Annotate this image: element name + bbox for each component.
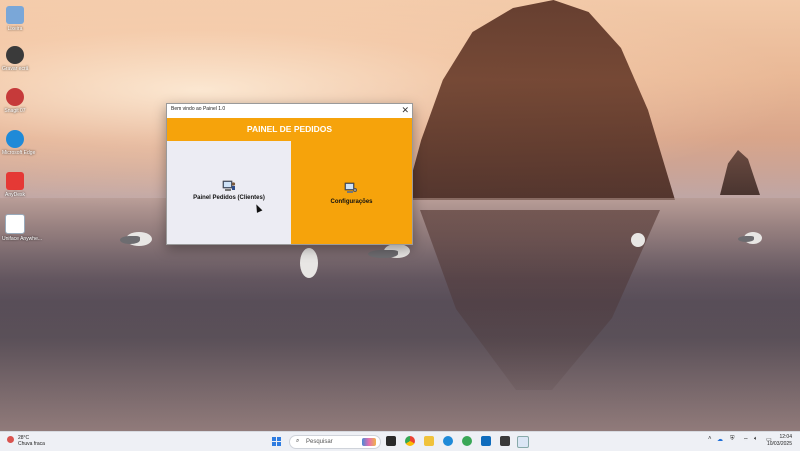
edge-taskbar-icon[interactable]	[443, 436, 453, 446]
volume-icon[interactable]: 🔈︎	[754, 436, 758, 443]
painel-pedidos-button[interactable]: Painel Pedidos (Clientes)	[167, 141, 291, 244]
configuracoes-button[interactable]: Configurações	[291, 141, 412, 244]
shield-icon[interactable]: ⛨	[730, 436, 735, 443]
app-green-icon[interactable]	[462, 436, 472, 446]
banner-title: PAINEL DE PEDIDOS	[167, 118, 412, 141]
search-box[interactable]: ⌕ Pesquisar	[289, 435, 381, 449]
wifi-icon[interactable]: ⌔	[743, 436, 749, 444]
app-window-icon[interactable]	[500, 436, 510, 446]
painel-window: Bem vindo ao Painel 1.0 ✕ PAINEL DE PEDI…	[166, 103, 413, 245]
desktop-icon-screen-record[interactable]: Gravar ecrã	[2, 46, 28, 72]
seagull	[736, 228, 768, 254]
settings-computer-icon	[344, 182, 357, 193]
desktop-icon-uniface[interactable]: Uniface Anywhe...	[2, 214, 42, 242]
recycle-bin-icon	[6, 6, 24, 24]
chevron-up-icon[interactable]: ˄	[708, 436, 712, 442]
screen-record-icon	[6, 46, 24, 64]
search-highlight-icon	[362, 438, 376, 446]
computer-user-icon	[222, 180, 236, 191]
rain-icon	[7, 436, 14, 443]
cloud-icon[interactable]: ☁	[717, 436, 723, 443]
uniface-icon	[5, 214, 25, 234]
window-titlebar[interactable]: Bem vindo ao Painel 1.0 ✕	[167, 104, 412, 118]
configuracoes-label: Configurações	[330, 199, 373, 205]
outlook-icon[interactable]	[481, 436, 491, 446]
painel-pedidos-label: Painel Pedidos (Clientes)	[193, 195, 265, 201]
seagull	[296, 244, 324, 284]
edge-icon	[6, 130, 24, 148]
snagit-icon	[6, 88, 24, 106]
desktop-icon-snagit[interactable]: Snagit 07	[2, 88, 28, 114]
close-icon[interactable]: ✕	[401, 104, 409, 116]
weather-text: 28°C Chuva fraca	[18, 435, 45, 447]
painel-app-icon[interactable]	[517, 436, 529, 448]
taskbar: 28°C Chuva fraca ⌕ Pesquisar ˄ ☁ ⛨ ⌔ 🔈︎ …	[0, 431, 800, 451]
window-title: Bem vindo ao Painel 1.0	[171, 106, 226, 112]
search-placeholder: Pesquisar	[306, 438, 333, 445]
file-explorer-icon[interactable]	[424, 436, 434, 446]
start-button[interactable]	[272, 437, 281, 446]
seagull	[628, 230, 650, 254]
clock-time: 12:04	[779, 434, 792, 440]
anydesk-icon	[6, 172, 24, 190]
clock-date: 10/03/2025	[766, 441, 792, 447]
desktop-icon-recycle-bin[interactable]: Lixeira	[2, 6, 28, 32]
chrome-icon[interactable]	[405, 436, 415, 446]
weather-desc: Chuva fraca	[18, 441, 45, 447]
desktop-icon-anydesk[interactable]: AnyDesk	[2, 172, 28, 198]
search-icon: ⌕	[296, 438, 300, 444]
task-view-icon[interactable]	[386, 436, 396, 446]
clock[interactable]: 12:04 10/03/2025	[767, 434, 792, 448]
seagull	[118, 226, 158, 256]
desktop-icon-edge[interactable]: Microsoft Edge	[2, 130, 35, 156]
